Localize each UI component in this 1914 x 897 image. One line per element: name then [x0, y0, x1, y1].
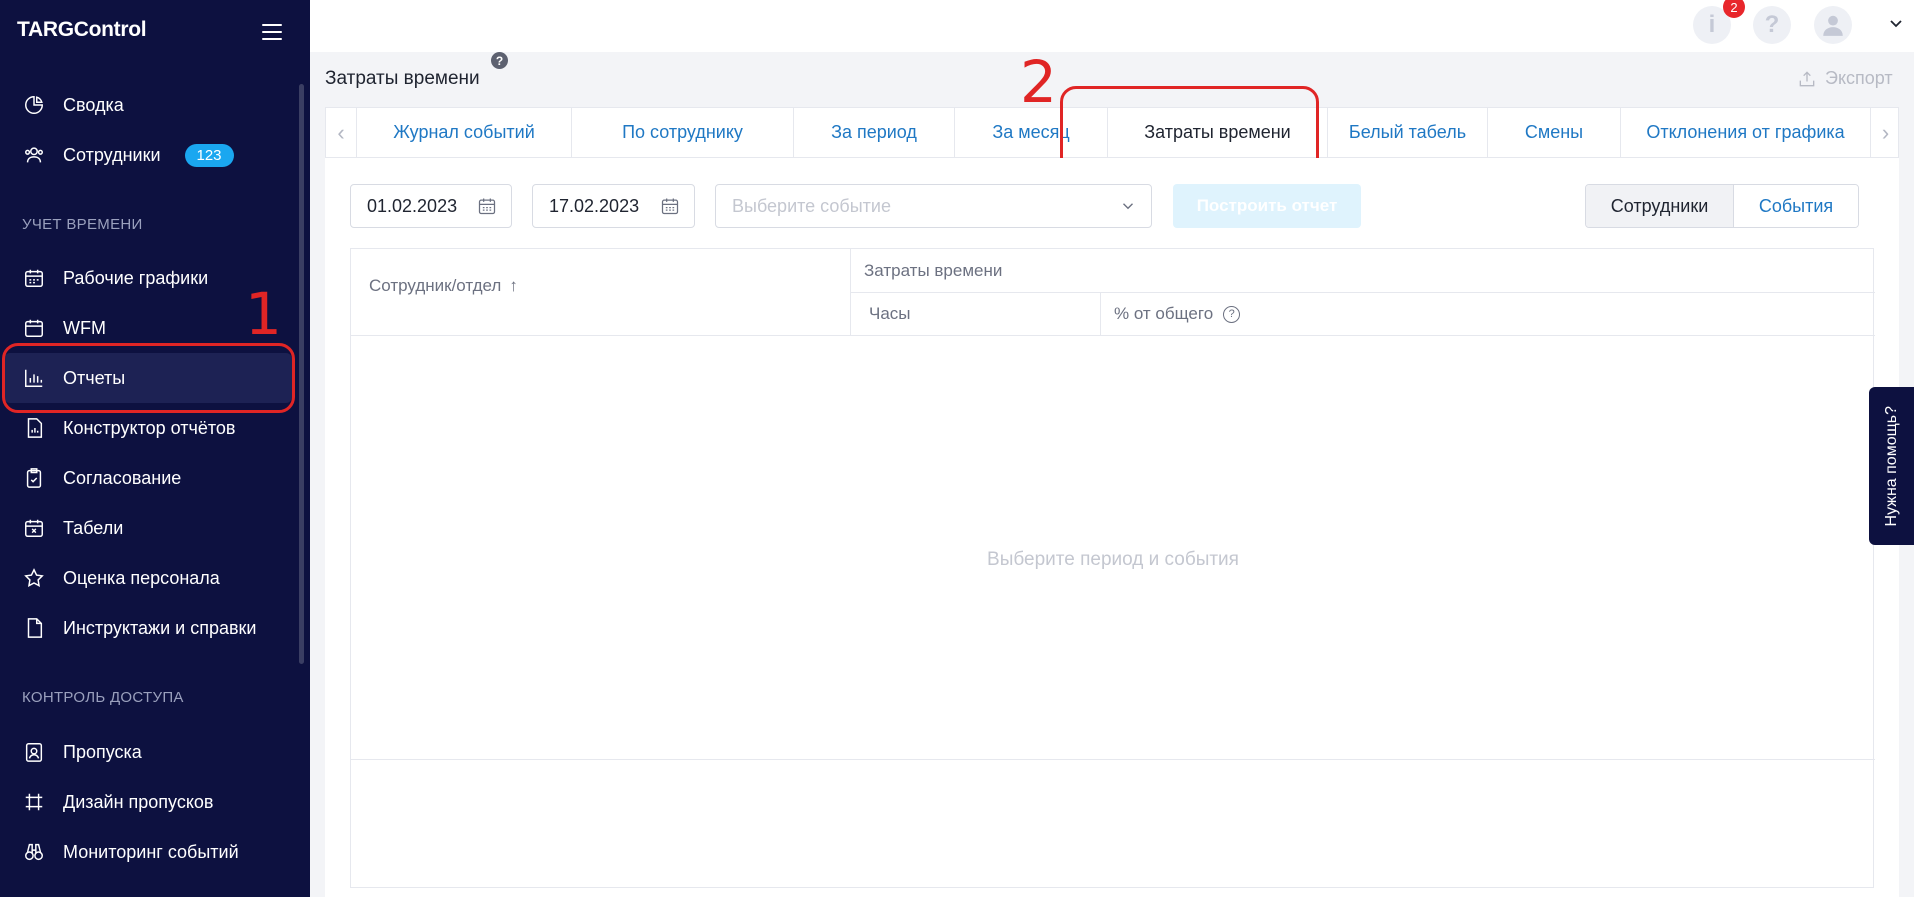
annotation-highlight-reports	[2, 343, 295, 413]
document-icon	[22, 616, 46, 640]
sidebar-item-summary[interactable]: Сводка	[0, 80, 292, 130]
date-from-value: 01.02.2023	[367, 195, 458, 216]
header-divider	[1100, 293, 1101, 335]
header-divider	[850, 292, 1875, 293]
annotation-number-1: 1	[245, 280, 282, 348]
sidebar-item-passes[interactable]: Пропуска	[0, 727, 292, 777]
date-to-input[interactable]: 17.02.2023	[532, 184, 695, 228]
chevron-down-icon[interactable]	[1888, 16, 1904, 32]
page-title: Затраты времени	[325, 68, 480, 89]
date-to-value: 17.02.2023	[549, 195, 640, 216]
sidebar-item-label: Инструктажи и справки	[63, 617, 257, 638]
sidebar-item-label: Сводка	[63, 94, 124, 115]
calendar-icon	[22, 266, 46, 290]
sidebar: TARGControl Сводка Сотрудники 123 УЧЕТ В…	[0, 0, 310, 897]
column-percent-header[interactable]: % от общего ?	[1114, 293, 1241, 335]
sidebar-item-approval[interactable]: Согласование	[0, 453, 292, 503]
brand-logo: TARGControl	[17, 18, 147, 41]
question-circle-icon[interactable]: ?	[1223, 305, 1241, 323]
view-toggle: Сотрудники События	[1585, 184, 1859, 228]
sidebar-scrollbar[interactable]	[299, 84, 304, 664]
sidebar-item-label: Дизайн пропусков	[63, 791, 214, 812]
users-icon	[22, 143, 46, 167]
employees-count-badge: 123	[184, 143, 234, 167]
tab-by-period[interactable]: За период	[793, 108, 954, 157]
calendar-icon	[661, 198, 679, 215]
build-report-button[interactable]: Построить отчет	[1173, 184, 1361, 228]
column-hours-header[interactable]: Часы	[869, 293, 911, 335]
calendar-icon	[478, 198, 496, 215]
binoculars-icon	[22, 840, 46, 864]
column-employee-label: Сотрудник/отдел	[369, 276, 502, 295]
sidebar-item-pass-design[interactable]: Дизайн пропусков	[0, 777, 292, 827]
design-frame-icon	[22, 790, 46, 814]
empty-state-text: Выберите период и события	[987, 549, 1239, 570]
report-table: Сотрудник/отдел ↑ Затраты времени Часы %…	[350, 248, 1875, 888]
tabs-scroll-left[interactable]: ‹	[326, 108, 356, 157]
section-access-control: КОНТРОЛЬ ДОСТУПА	[22, 689, 184, 706]
column-percent-label: % от общего	[1114, 304, 1214, 323]
tabs-scroll-right[interactable]: ›	[1870, 108, 1900, 157]
sidebar-item-label: WFM	[63, 317, 106, 338]
help-widget-label: Нужна помощь?	[1882, 405, 1900, 527]
view-events-button[interactable]: События	[1734, 185, 1858, 227]
help-widget-button[interactable]: Нужна помощь?	[1869, 387, 1914, 545]
sidebar-item-label: Табели	[63, 517, 124, 538]
chevron-down-icon	[1123, 203, 1133, 210]
sidebar-item-label: Рабочие графики	[63, 267, 209, 288]
column-employee-header[interactable]: Сотрудник/отдел ↑	[369, 271, 518, 301]
sidebar-item-label: Мониторинг событий	[63, 841, 239, 862]
sort-arrow-icon: ↑	[509, 276, 518, 295]
column-group-header: Затраты времени	[864, 260, 1003, 280]
tab-schedule-deviations[interactable]: Отклонения от графика	[1620, 108, 1870, 157]
sidebar-item-event-monitoring[interactable]: Мониторинг событий	[0, 827, 292, 877]
tab-white-timesheet[interactable]: Белый табель	[1327, 108, 1487, 157]
page-help-icon[interactable]: ?	[491, 52, 508, 69]
sidebar-item-briefings[interactable]: Инструктажи и справки	[0, 603, 292, 653]
sidebar-item-label: Конструктор отчётов	[63, 417, 236, 438]
sidebar-item-timesheets[interactable]: Табели	[0, 503, 292, 553]
export-label: Экспорт	[1825, 68, 1893, 88]
section-time-tracking: УЧЕТ ВРЕМЕНИ	[22, 216, 143, 233]
id-badge-icon	[22, 740, 46, 764]
table-footer-border	[351, 759, 1875, 760]
header-bottom-border	[351, 335, 1875, 336]
sidebar-item-label: Оценка персонала	[63, 567, 220, 588]
document-chart-icon	[22, 416, 46, 440]
export-button[interactable]: Экспорт	[1797, 68, 1893, 89]
calendar-blank-icon	[22, 316, 46, 340]
avatar[interactable]	[1814, 6, 1852, 44]
sidebar-item-evaluation[interactable]: Оценка персонала	[0, 553, 292, 603]
sidebar-item-label: Пропуска	[63, 741, 142, 762]
calendar-x-icon	[22, 516, 46, 540]
view-employees-button[interactable]: Сотрудники	[1586, 185, 1734, 227]
sidebar-item-employees[interactable]: Сотрудники 123	[0, 130, 292, 180]
tab-event-log[interactable]: Журнал событий	[356, 108, 571, 157]
report-card: 01.02.2023 17.02.2023 Выберите событие П…	[325, 158, 1899, 897]
tab-shifts[interactable]: Смены	[1487, 108, 1620, 157]
help-icon[interactable]: ?	[1753, 6, 1791, 44]
upload-icon	[1799, 70, 1815, 86]
tab-by-employee[interactable]: По сотруднику	[571, 108, 793, 157]
notification-badge: 2	[1723, 0, 1745, 18]
menu-icon[interactable]	[262, 24, 282, 41]
annotation-number-2: 2	[1020, 48, 1057, 116]
date-from-input[interactable]: 01.02.2023	[350, 184, 512, 228]
star-icon	[22, 566, 46, 590]
pie-chart-icon	[22, 93, 46, 117]
clipboard-check-icon	[22, 466, 46, 490]
topbar: i 2 ?	[310, 0, 1914, 52]
sidebar-item-label: Сотрудники	[63, 144, 161, 165]
sidebar-item-label: Согласование	[63, 467, 182, 488]
event-select-placeholder: Выберите событие	[732, 195, 891, 216]
event-select[interactable]: Выберите событие	[715, 184, 1152, 228]
